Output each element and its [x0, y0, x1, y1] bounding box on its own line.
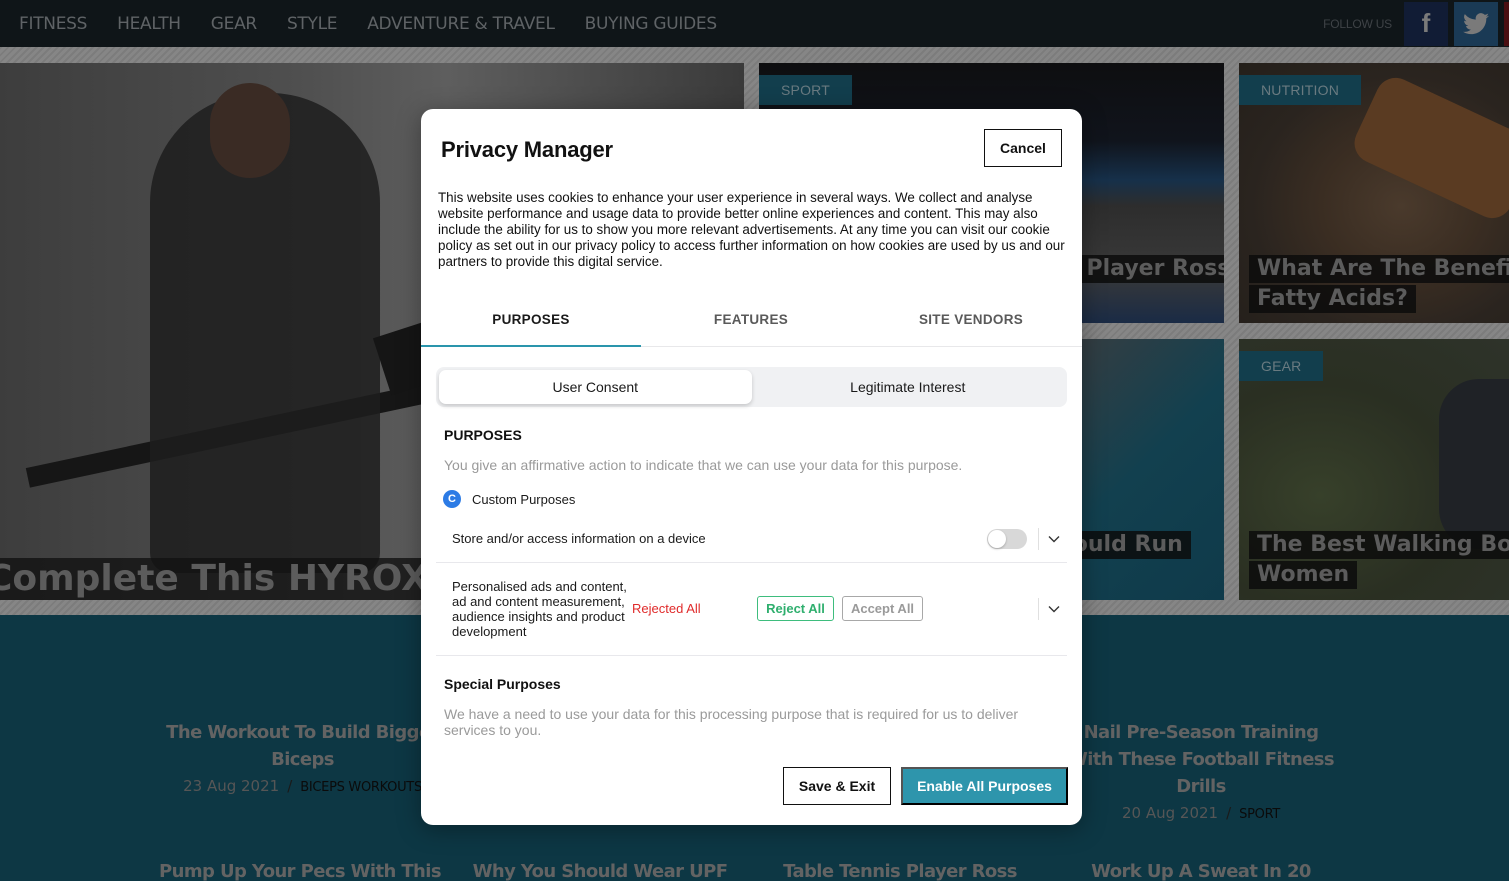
accept-all-button[interactable]: Accept All [842, 596, 923, 621]
purpose-row-personalised-ads: Personalised ads and content, ad and con… [436, 563, 1067, 656]
hero-image-runner-head [210, 83, 290, 178]
article-date: 23 Aug 2021 [183, 777, 280, 795]
card-title[interactable]: What Are The Benefits Of Omega-3 Fatty A… [1249, 255, 1509, 315]
segment-legitimate-interest[interactable]: Legitimate Interest [752, 370, 1065, 404]
divider [1038, 598, 1039, 620]
top-navigation: FITNESS HEALTH GEAR STYLE ADVENTURE & TR… [0, 0, 1509, 47]
article-title[interactable]: Nail Pre-Season Training With These Foot… [1060, 719, 1342, 800]
nav-item-style[interactable]: STYLE [287, 14, 338, 34]
card-title[interactable]: The Best Walking Boots For Women [1249, 531, 1509, 591]
card-title-line-1: The Best Walking Boots For [1249, 531, 1509, 559]
article-card-gear[interactable]: GEAR The Best Walking Boots For Women [1239, 339, 1509, 600]
article-item[interactable]: Table Tennis Player Ross [760, 858, 1040, 881]
facebook-link[interactable]: f [1404, 1, 1448, 46]
nav-item-gear[interactable]: GEAR [211, 14, 257, 34]
purpose-label: Personalised ads and content, ad and con… [452, 579, 627, 639]
nav-item-fitness[interactable]: FITNESS [19, 14, 87, 34]
article-card-nutrition[interactable]: NUTRITION What Are The Benefits Of Omega… [1239, 63, 1509, 323]
special-purposes-heading: Special Purposes [444, 676, 561, 692]
dialog-title: Privacy Manager [441, 137, 613, 162]
consent-type-switch: User Consent Legitimate Interest [436, 367, 1067, 407]
article-item[interactable]: The Workout To Build Bigger Biceps 23 Au… [155, 719, 450, 795]
custom-purposes-label: Custom Purposes [472, 491, 576, 507]
article-item[interactable]: Why You Should Wear UPF [455, 858, 745, 881]
tab-features[interactable]: FEATURES [641, 304, 861, 346]
meta-separator: / [287, 777, 293, 795]
nav-menu: FITNESS HEALTH GEAR STYLE ADVENTURE & TR… [19, 14, 747, 34]
save-and-exit-button[interactable]: Save & Exit [783, 767, 891, 805]
purpose-label: Store and/or access information on a dev… [452, 531, 706, 546]
card-image-salmon [1347, 71, 1509, 225]
privacy-tabs: PURPOSES FEATURES SITE VENDORS [421, 304, 1082, 347]
nav-item-health[interactable]: HEALTH [117, 14, 181, 34]
nav-item-adventure-travel[interactable]: ADVENTURE & TRAVEL [367, 14, 555, 34]
article-meta: 23 Aug 2021 / BICEPS WORKOUTS [155, 777, 450, 795]
article-date: 20 Aug 2021 [1121, 804, 1219, 822]
reject-all-button[interactable]: Reject All [757, 596, 834, 621]
category-tag[interactable]: NUTRITION [1239, 75, 1362, 105]
card-title-line-2: Fatty Acids? [1249, 285, 1416, 313]
card-title-line-2: Women [1249, 561, 1358, 589]
rejected-status: Rejected All [632, 601, 701, 616]
tab-site-vendors[interactable]: SITE VENDORS [861, 304, 1081, 346]
purpose-row-store-access: Store and/or access information on a dev… [436, 517, 1067, 563]
article-title[interactable]: Table Tennis Player Ross [760, 858, 1040, 881]
custom-purposes-badge-icon: C [443, 490, 461, 508]
privacy-manager-dialog: Privacy Manager Cancel This website uses… [421, 109, 1082, 825]
article-meta: 20 Aug 2021 / SPORT [1060, 804, 1342, 822]
article-item[interactable]: Work Up A Sweat In 20 [1065, 858, 1337, 881]
card-title-line-1: What Are The Benefits Of Omega-3 [1249, 255, 1509, 283]
article-item[interactable]: Nail Pre-Season Training With These Foot… [1060, 719, 1342, 822]
segment-user-consent[interactable]: User Consent [439, 370, 752, 404]
article-category[interactable]: SPORT [1239, 807, 1280, 822]
toggle-knob [988, 530, 1006, 548]
follow-us: FOLLOW US f [1323, 0, 1509, 47]
purpose-toggle[interactable] [987, 529, 1027, 549]
article-title[interactable]: Work Up A Sweat In 20 [1065, 858, 1337, 881]
purposes-heading: PURPOSES [444, 427, 522, 443]
social-link-partial[interactable] [1504, 1, 1509, 46]
nav-item-buying-guides[interactable]: BUYING GUIDES [585, 14, 717, 34]
purposes-description: You give an affirmative action to indica… [444, 457, 963, 473]
follow-us-label: FOLLOW US [1323, 16, 1392, 31]
category-tag[interactable]: GEAR [1239, 351, 1324, 381]
dialog-description: This website uses cookies to enhance you… [438, 190, 1065, 269]
category-tag[interactable]: SPORT [759, 75, 852, 105]
card-image-boot [1439, 379, 1509, 549]
twitter-link[interactable] [1454, 1, 1498, 46]
tab-purposes[interactable]: PURPOSES [421, 304, 641, 347]
article-item[interactable]: Pump Up Your Pecs With This [150, 858, 450, 881]
article-title[interactable]: Why You Should Wear UPF [455, 858, 745, 881]
custom-purposes-row: C Custom Purposes [443, 490, 575, 508]
special-purposes-description: We have a need to use your data for this… [444, 706, 1019, 738]
divider [1038, 528, 1039, 550]
twitter-icon [1463, 12, 1489, 34]
enable-all-purposes-button[interactable]: Enable All Purposes [901, 767, 1068, 805]
article-category[interactable]: BICEPS WORKOUTS [300, 780, 422, 795]
chevron-down-icon[interactable] [1046, 531, 1062, 547]
article-title[interactable]: The Workout To Build Bigger Biceps [155, 719, 450, 773]
meta-separator: / [1226, 804, 1232, 822]
cancel-button[interactable]: Cancel [984, 129, 1062, 167]
facebook-icon: f [1421, 8, 1431, 38]
article-title[interactable]: Pump Up Your Pecs With This [150, 858, 450, 881]
chevron-down-icon[interactable] [1046, 601, 1062, 617]
